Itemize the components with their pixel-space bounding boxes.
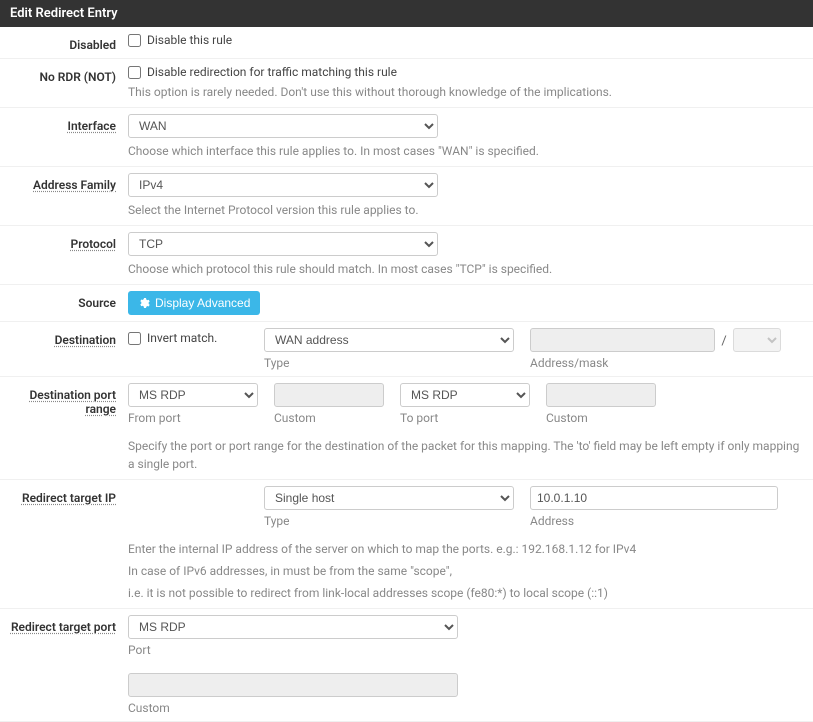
label-interface: Interface (0, 114, 128, 160)
disabled-checkbox-label: Disable this rule (147, 33, 232, 47)
redirport-select[interactable]: MS RDP (128, 615, 458, 639)
nordr-checkbox[interactable] (128, 66, 141, 79)
interface-select[interactable]: WAN (128, 114, 438, 138)
addrfam-select[interactable]: IPv4 (128, 173, 438, 197)
redirip-type-sublabel: Type (264, 514, 514, 528)
row-destport: Destination port range MS RDP From port … (0, 377, 813, 480)
interface-help: Choose which interface this rule applies… (128, 142, 803, 160)
row-destination: Destination Invert match. WAN address Ty… (0, 322, 813, 377)
display-advanced-label: Display Advanced (155, 296, 250, 310)
protocol-select[interactable]: TCP (128, 232, 438, 256)
destport-custom2-sublabel: Custom (546, 411, 656, 425)
redirip-help3: i.e. it is not possible to redirect from… (128, 584, 803, 602)
label-disabled: Disabled (0, 33, 128, 52)
dest-type-sublabel: Type (264, 356, 514, 370)
redirport-custom-sublabel: Custom (128, 701, 458, 715)
label-redirport: Redirect target port (0, 615, 128, 715)
nordr-checkbox-label: Disable redirection for traffic matching… (147, 65, 397, 79)
protocol-help: Choose which protocol this rule should m… (128, 260, 803, 278)
row-addrfam: Address Family IPv4 Select the Internet … (0, 167, 813, 226)
dest-invert-label: Invert match. (147, 331, 217, 345)
row-nordr: No RDR (NOT) Disable redirection for tra… (0, 59, 813, 108)
dest-invert-checkbox[interactable] (128, 332, 141, 345)
slash-separator: / (719, 331, 729, 349)
nordr-checkbox-wrap[interactable]: Disable redirection for traffic matching… (128, 65, 803, 79)
destport-from-select[interactable]: MS RDP (128, 383, 258, 407)
destport-from-custom (274, 383, 384, 407)
redirport-custom-input (128, 673, 458, 697)
redirip-help2: In case of IPv6 addresses, in must be fr… (128, 562, 803, 580)
dest-mask-select (733, 328, 781, 352)
label-destport: Destination port range (0, 383, 128, 473)
nordr-help: This option is rarely needed. Don't use … (128, 83, 803, 101)
redirip-help1: Enter the internal IP address of the ser… (128, 540, 803, 558)
addrfam-help: Select the Internet Protocol version thi… (128, 201, 803, 219)
label-protocol: Protocol (0, 232, 128, 278)
destport-custom1-sublabel: Custom (274, 411, 384, 425)
label-source: Source (0, 291, 128, 315)
destport-to-custom (546, 383, 656, 407)
row-interface: Interface WAN Choose which interface thi… (0, 108, 813, 167)
destport-help: Specify the port or port range for the d… (128, 437, 803, 473)
dest-mask-sublabel: Address/mask (530, 356, 781, 370)
label-nordr: No RDR (NOT) (0, 65, 128, 101)
label-redirip: Redirect target IP (0, 486, 128, 602)
display-advanced-button[interactable]: Display Advanced (128, 291, 260, 315)
label-addrfam: Address Family (0, 173, 128, 219)
label-destination: Destination (0, 328, 128, 370)
destport-to-sublabel: To port (400, 411, 530, 425)
redirip-addr-input[interactable] (530, 486, 778, 510)
dest-invert-wrap[interactable]: Invert match. (128, 328, 248, 345)
redirip-type-select[interactable]: Single host (264, 486, 514, 510)
redirip-addr-sublabel: Address (530, 514, 778, 528)
panel-title: Edit Redirect Entry (0, 0, 813, 27)
dest-type-select[interactable]: WAN address (264, 328, 514, 352)
row-source: Source Display Advanced (0, 285, 813, 322)
row-protocol: Protocol TCP Choose which protocol this … (0, 226, 813, 285)
dest-addr-input (530, 328, 715, 352)
destport-from-sublabel: From port (128, 411, 258, 425)
disabled-checkbox[interactable] (128, 34, 141, 47)
row-redirip: Redirect target IP Single host Type Addr… (0, 480, 813, 609)
row-redirport: Redirect target port MS RDP Port Custom (0, 609, 813, 722)
disabled-checkbox-wrap[interactable]: Disable this rule (128, 33, 803, 47)
gear-icon (138, 297, 150, 309)
destport-to-select[interactable]: MS RDP (400, 383, 530, 407)
redirport-sublabel: Port (128, 643, 458, 657)
row-disabled: Disabled Disable this rule (0, 27, 813, 59)
